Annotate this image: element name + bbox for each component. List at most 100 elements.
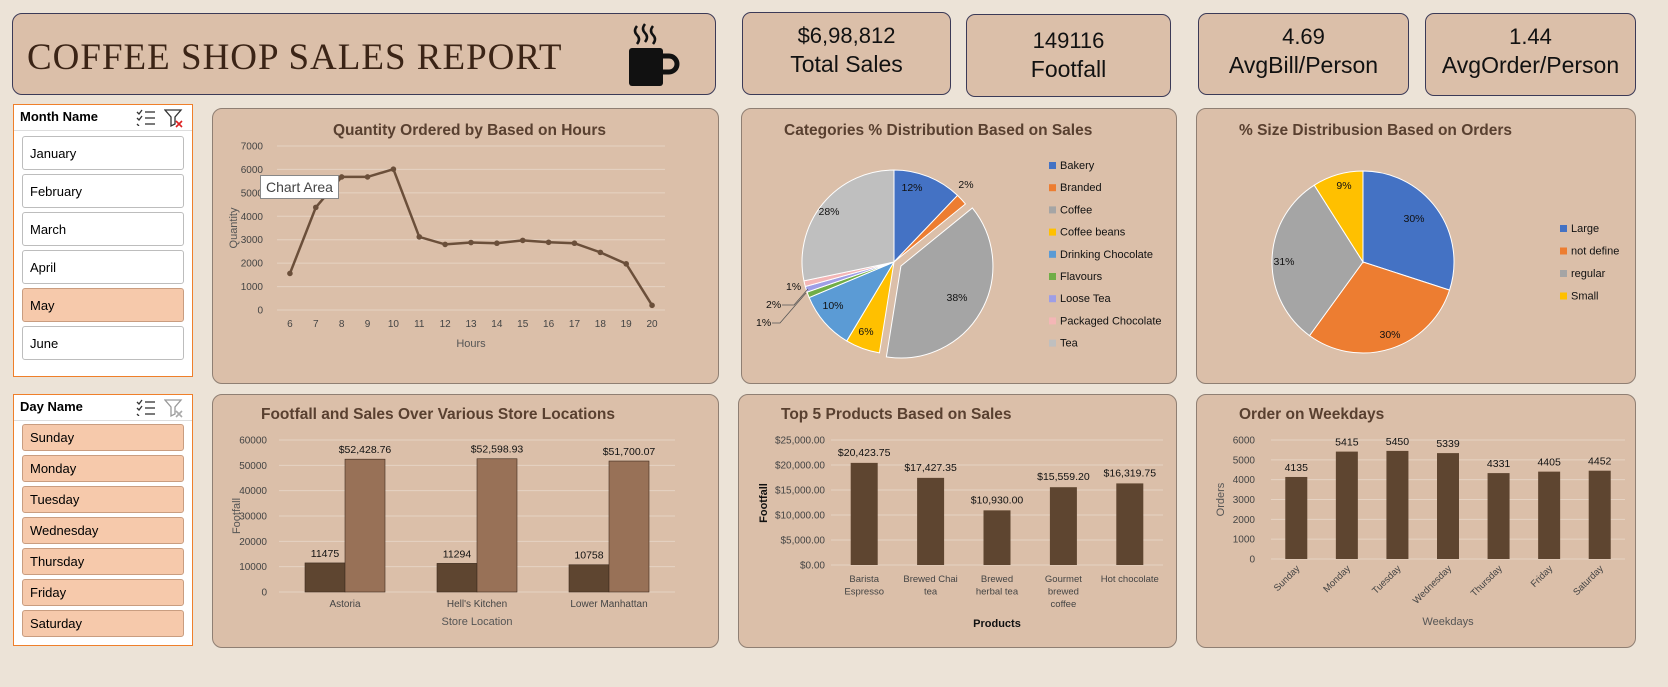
data-point [416, 234, 423, 240]
hours-chart-panel[interactable]: Quantity Ordered by Based on Hours 0 1000… [212, 108, 719, 384]
multi-select-icon[interactable] [136, 108, 156, 126]
legend-swatch [1049, 206, 1056, 214]
legend-label: Drinking Chocolate [1060, 249, 1153, 261]
bar [568, 564, 610, 593]
legend-label: Branded [1060, 182, 1102, 194]
month-item-june[interactable]: June [22, 326, 184, 360]
data-label: 31% [1273, 256, 1294, 268]
store-chart-panel[interactable]: Footfall and Sales Over Various Store Lo… [212, 394, 719, 648]
day-item-thursday[interactable]: Thursday [22, 548, 184, 575]
x-tick-label: Hot chocolate [1101, 574, 1159, 585]
clear-filter-icon[interactable] [164, 108, 184, 128]
y-tick-label: 50000 [239, 461, 267, 472]
month-item-march[interactable]: March [22, 212, 184, 246]
data-label: 1% [756, 317, 771, 329]
bar [917, 477, 945, 565]
month-slicer-header: Month Name [14, 105, 192, 131]
y-tick-label: 20000 [239, 537, 267, 548]
x-tick-label: 12 [440, 319, 452, 330]
kpi-footfall-value: 149116 [1032, 28, 1105, 53]
day-item-sunday[interactable]: Sunday [22, 424, 184, 451]
data-label: 12% [901, 182, 922, 194]
month-item-april[interactable]: April [22, 250, 184, 284]
kpi-total-sales: $6,98,812 Total Sales [742, 12, 951, 95]
weekday-chart-panel[interactable]: Order on Weekdays 0 1000 2000 3000 4000 5000 6… [1196, 394, 1636, 648]
data-label: 30% [1403, 213, 1424, 225]
month-slicer: Month Name January February March April May J… [13, 104, 193, 377]
report-title: COFFEE SHOP SALES REPORT [27, 37, 563, 78]
y-tick-label: 7000 [241, 142, 264, 153]
bar [304, 562, 346, 593]
hours-line-chart: 010002000300040005000600070006 7 8 9 10 11 12 1… [228, 142, 665, 350]
x-tick-label: 14 [491, 319, 503, 330]
y-tick-label: 0 [1249, 555, 1255, 566]
month-item-january[interactable]: January [22, 136, 184, 170]
bar [608, 460, 650, 593]
kpi-avg-bill: 4.69 AvgBill/Person [1198, 13, 1409, 95]
legend-swatch [1560, 225, 1567, 232]
x-tick-label: 18 [595, 319, 607, 330]
multi-select-icon[interactable] [136, 398, 156, 416]
bar [344, 458, 386, 593]
x-tick-label: Monday [1321, 563, 1353, 595]
data-label: 10% [822, 300, 843, 312]
clear-filter-icon[interactable] [164, 398, 184, 418]
day-item-saturday[interactable]: Saturday [22, 610, 184, 637]
bar [1116, 483, 1144, 565]
x-tick-label: Thursday [1469, 563, 1505, 599]
x-axis-label: Products [973, 618, 1021, 630]
bar [1335, 451, 1358, 559]
x-tick-label: Brewed [981, 574, 1013, 585]
legend-swatch [1049, 317, 1056, 325]
month-slicer-title: Month Name [20, 109, 98, 124]
x-tick-label: coffee [1051, 599, 1077, 610]
y-tick-label: 6000 [1233, 436, 1256, 447]
bar [1285, 476, 1308, 559]
kpi-avg-bill-label: AvgBill/Person [1228, 52, 1379, 78]
y-tick-label: $25,000.00 [775, 436, 825, 447]
legend-label: Flavours [1060, 271, 1103, 283]
y-tick-label: 1000 [241, 282, 264, 293]
legend-swatch [1049, 339, 1056, 347]
month-item-february[interactable]: February [22, 174, 184, 208]
month-item-may[interactable]: May [22, 288, 184, 322]
day-item-monday[interactable]: Monday [22, 455, 184, 482]
x-tick-label: brewed [1048, 587, 1079, 598]
size-pie-chart: 30% 30% 31% 9% Large not define regular Small [1271, 170, 1619, 354]
products-chart-panel[interactable]: Top 5 Products Based on Sales $0.00 $5,00… [738, 394, 1177, 648]
x-tick-label: Friday [1529, 563, 1556, 590]
y-tick-label: $0.00 [800, 561, 825, 572]
legend-swatch [1560, 292, 1567, 300]
data-label: 4405 [1537, 457, 1561, 469]
data-point [338, 174, 345, 180]
bar [850, 462, 878, 565]
x-tick-label: 7 [313, 319, 319, 330]
x-axis-label: Weekdays [1422, 616, 1474, 628]
data-label: 9% [1336, 180, 1351, 192]
bar [1487, 473, 1510, 559]
data-label: 2% [958, 179, 973, 191]
legend-swatch [1049, 273, 1056, 280]
data-label: $52,428.76 [339, 444, 392, 456]
x-tick-label: Astoria [329, 599, 361, 610]
legend-label: Bakery [1060, 160, 1095, 172]
x-tick-label: Wednesday [1411, 563, 1454, 606]
day-slicer: Day Name Sunday Monday Tuesday Wednesday Thu… [13, 394, 193, 646]
legend-label: regular [1571, 268, 1606, 280]
data-label: 1% [786, 281, 801, 293]
y-tick-label: 2000 [1233, 515, 1256, 526]
x-axis-label: Hours [456, 338, 486, 350]
data-point [571, 240, 578, 247]
x-tick-label: Lower Manhattan [570, 599, 647, 610]
category-chart-panel[interactable]: Categories % Distribution Based on Sales… [741, 108, 1177, 384]
data-point [494, 240, 500, 247]
kpi-total-sales-value: $6,98,812 [797, 23, 896, 48]
size-chart-panel[interactable]: % Size Distribusion Based on Orders 30% 3… [1196, 108, 1636, 384]
day-item-wednesday[interactable]: Wednesday [22, 517, 184, 544]
day-item-tuesday[interactable]: Tuesday [22, 486, 184, 513]
day-slicer-header: Day Name [14, 395, 192, 421]
y-tick-label: 40000 [239, 486, 267, 497]
legend-label: not define [1571, 246, 1619, 258]
day-item-friday[interactable]: Friday [22, 579, 184, 606]
x-tick-label: Saturday [1571, 563, 1606, 598]
